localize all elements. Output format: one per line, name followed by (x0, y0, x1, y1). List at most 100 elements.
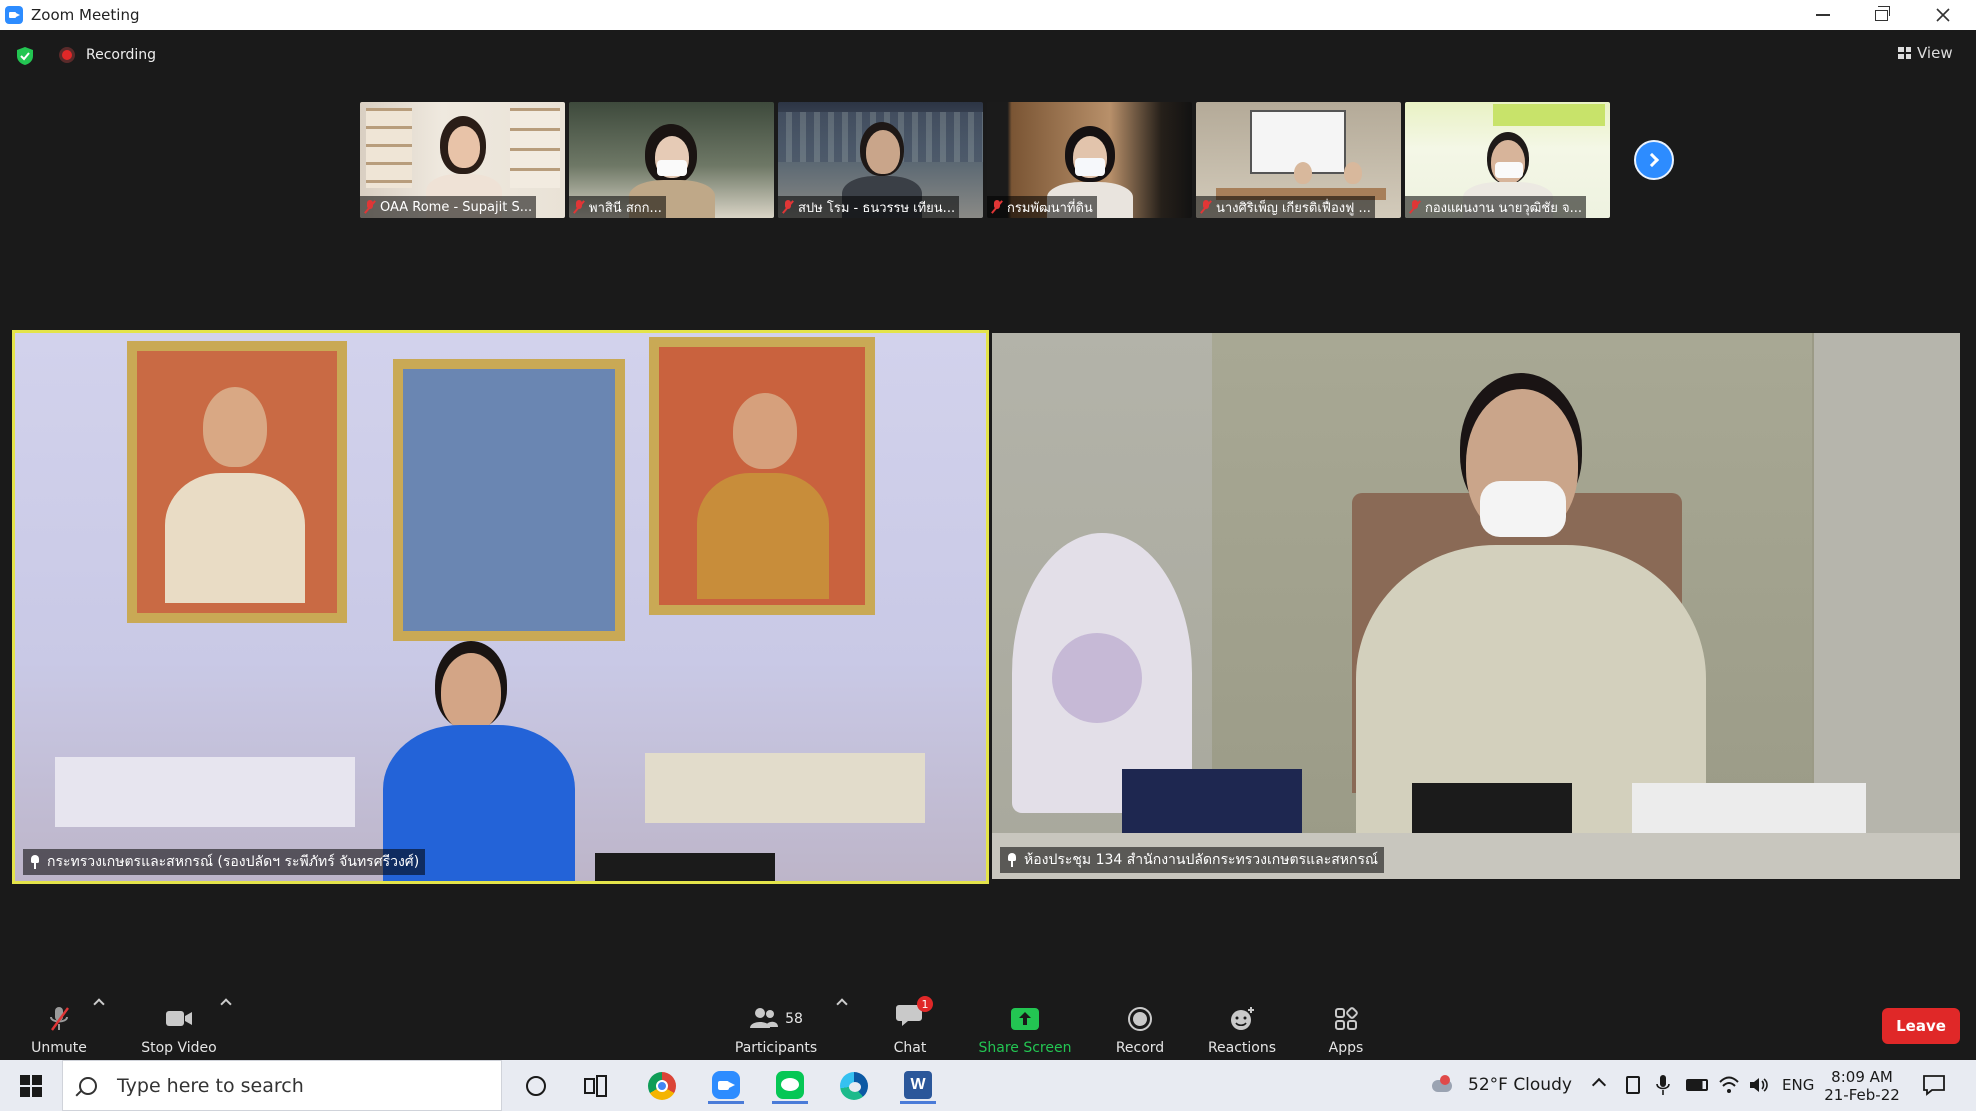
view-button[interactable]: View (1898, 42, 1953, 64)
notifications-icon[interactable] (1922, 1073, 1946, 1097)
participants-button[interactable]: 58 Participants (728, 990, 824, 1056)
muted-mic-icon (782, 200, 794, 214)
reactions-button[interactable]: Reactions (1204, 990, 1280, 1056)
video-camera-icon (166, 1011, 192, 1026)
recording-label[interactable]: Recording (86, 47, 156, 63)
edge-icon[interactable] (836, 1068, 872, 1104)
cortana-icon[interactable] (518, 1068, 554, 1104)
muted-mic-icon (573, 200, 585, 214)
chat-button[interactable]: 1 Chat (880, 990, 940, 1056)
minimize-button[interactable] (1794, 0, 1852, 30)
record-icon (1128, 1007, 1152, 1031)
close-icon (1936, 8, 1950, 22)
record-button[interactable]: Record (1110, 990, 1170, 1056)
restore-button[interactable] (1852, 0, 1910, 30)
audio-options-caret-icon[interactable] (93, 998, 105, 1010)
participant-thumbnail[interactable]: OAA Rome - Supajit S... (360, 102, 565, 218)
smiley-reactions-icon (1231, 1007, 1254, 1030)
encryption-shield-icon[interactable] (16, 46, 34, 66)
microphone-tray-icon[interactable] (1656, 1074, 1670, 1096)
zoom-taskbar-icon[interactable] (708, 1068, 744, 1104)
recording-dot-icon[interactable] (59, 47, 75, 63)
participant-thumbnail[interactable]: กองแผนงาน นายวุฒิชัย จ... (1405, 102, 1610, 218)
meet-now-icon[interactable] (1626, 1076, 1640, 1094)
word-icon[interactable]: W (900, 1068, 936, 1104)
participant-name: กระทรวงเกษตรและสหกรณ์ (รองปลัดฯ ระพีภัทร… (47, 854, 420, 870)
apps-button[interactable]: Apps (1316, 990, 1376, 1056)
volume-icon[interactable] (1748, 1074, 1770, 1096)
share-screen-icon (1011, 1008, 1039, 1030)
search-placeholder: Type here to search (117, 1074, 304, 1097)
active-speaker-video[interactable]: กระทรวงเกษตรและสหกรณ์ (รองปลัดฯ ระพีภัทร… (12, 330, 989, 884)
unmute-button[interactable]: Unmute (24, 990, 94, 1056)
thumbnail-caption: สปษ โรม - ธนวรรษ เทียน... (778, 196, 960, 218)
stop-video-label: Stop Video (141, 1040, 217, 1056)
zoom-app-icon (5, 6, 23, 24)
pin-icon (29, 855, 41, 869)
participant-name: กองแผนงาน นายวุฒิชัย จ... (1425, 200, 1583, 216)
grid-view-icon (1898, 47, 1911, 59)
participant-thumbnail[interactable]: กรมพัฒนาที่ดิน (987, 102, 1192, 218)
battery-icon[interactable] (1686, 1079, 1708, 1091)
thumbnail-caption: กรมพัฒนาที่ดิน (987, 196, 1097, 218)
muted-mic-icon (1200, 200, 1212, 214)
participants-label: Participants (734, 1040, 818, 1056)
restore-icon (1874, 5, 1890, 21)
meeting-toolbar: Unmute Stop Video 58 Participants 1 Chat… (0, 990, 1976, 1060)
leave-meeting-button[interactable]: Leave (1882, 1008, 1960, 1044)
video-caption: ห้องประชุม 134 สำนักงานปลัดกระทรวงเกษตรแ… (1000, 847, 1384, 873)
view-label: View (1917, 44, 1953, 62)
taskbar-search-box[interactable]: Type here to search (62, 1060, 502, 1111)
next-page-button[interactable] (1634, 140, 1674, 180)
input-language[interactable]: ENG (1782, 1076, 1814, 1094)
chrome-icon[interactable] (644, 1068, 680, 1104)
thumbnail-caption: กองแผนงาน นายวุฒิชัย จ... (1405, 196, 1587, 218)
show-hidden-icons-chevron-icon[interactable] (1591, 1077, 1607, 1093)
windows-taskbar: Type here to search W 52°F Cloudy ENG 8:… (0, 1060, 1976, 1111)
share-screen-label: Share Screen (978, 1040, 1072, 1056)
video-caption: กระทรวงเกษตรและสหกรณ์ (รองปลัดฯ ระพีภัทร… (23, 849, 426, 875)
participant-name: พาสินี สกก... (589, 200, 662, 216)
participant-name: สปษ โรม - ธนวรรษ เทียน... (798, 200, 956, 216)
zoom-meeting-window: Zoom Meeting Recording View OAA Rome - S… (0, 0, 1976, 1111)
stop-video-button[interactable]: Stop Video (134, 990, 224, 1056)
line-app-icon[interactable] (772, 1068, 808, 1104)
share-screen-button[interactable]: Share Screen (974, 990, 1076, 1056)
participant-name: นางศิริเพ็ญ เกียรติเฟื่องฟู ... (1216, 200, 1371, 216)
weather-text[interactable]: 52°F Cloudy (1468, 1075, 1572, 1095)
minimize-icon (1816, 14, 1830, 16)
window-title: Zoom Meeting (31, 6, 140, 24)
apps-icon (1335, 1007, 1358, 1030)
participant-name: ห้องประชุม 134 สำนักงานปลัดกระทรวงเกษตรแ… (1024, 852, 1378, 868)
participant-thumbnail[interactable]: นางศิริเพ็ญ เกียรติเฟื่องฟู ... (1196, 102, 1401, 218)
clock-date: 21-Feb-22 (1824, 1086, 1900, 1104)
participants-options-caret-icon[interactable] (836, 998, 848, 1010)
thumbnail-caption: พาสินี สกก... (569, 196, 666, 218)
participants-count: 58 (785, 1011, 803, 1027)
thumbnail-caption: นางศิริเพ็ญ เกียรติเฟื่องฟู ... (1196, 196, 1375, 218)
wifi-icon[interactable] (1718, 1074, 1740, 1096)
clock-time: 8:09 AM (1831, 1068, 1893, 1086)
chat-unread-badge: 1 (917, 996, 933, 1012)
search-icon (79, 1076, 97, 1095)
participant-thumbnail[interactable]: สปษ โรม - ธนวรรษ เทียน... (778, 102, 983, 218)
participant-thumbnail[interactable]: พาสินี สกก... (569, 102, 774, 218)
apps-label: Apps (1328, 1040, 1364, 1056)
weather-cloud-icon[interactable] (1430, 1074, 1454, 1094)
muted-mic-icon (364, 200, 376, 214)
windows-start-icon[interactable] (20, 1075, 42, 1097)
participant-name: กรมพัฒนาที่ดิน (1007, 200, 1093, 216)
muted-mic-icon (991, 200, 1003, 214)
muted-mic-icon (1409, 200, 1421, 214)
chevron-right-icon (1644, 152, 1660, 168)
unmute-label: Unmute (31, 1040, 87, 1056)
participant-name: OAA Rome - Supajit S... (380, 199, 533, 215)
pin-icon (1006, 853, 1018, 867)
speaker-video[interactable]: ห้องประชุม 134 สำนักงานปลัดกระทรวงเกษตรแ… (992, 333, 1960, 879)
close-button[interactable] (1914, 0, 1972, 30)
title-bar: Zoom Meeting (0, 0, 1976, 30)
clock[interactable]: 8:09 AM 21-Feb-22 (1824, 1062, 1900, 1110)
chat-label: Chat (893, 1040, 927, 1056)
task-view-icon[interactable] (578, 1068, 614, 1104)
participants-icon (750, 1008, 779, 1028)
